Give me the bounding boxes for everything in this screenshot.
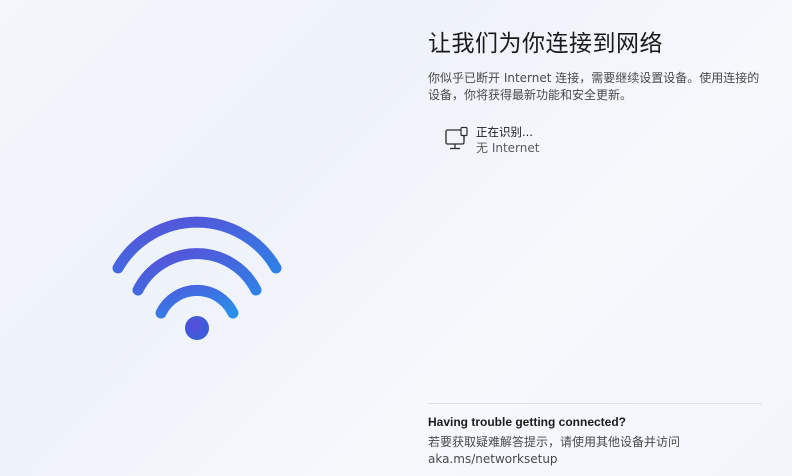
help-text: 若要获取疑难解答提示，请使用其他设备并访问 aka.ms/networksetu… xyxy=(428,435,681,466)
illustration-pane xyxy=(0,0,400,476)
network-list-item[interactable]: 正在识别... 无 Internet xyxy=(444,124,644,164)
wifi-icon xyxy=(112,216,282,340)
network-status: 正在识别... xyxy=(476,125,533,139)
divider xyxy=(428,403,762,404)
page-description: 你似乎已断开 Internet 连接，需要继续设置设备。使用连接的设备，你将获得… xyxy=(428,71,760,102)
wired-network-icon xyxy=(445,126,468,150)
content-pane: 让我们为你连接到网络 你似乎已断开 Internet 连接，需要继续设置设备。使… xyxy=(428,0,768,476)
network-subtitle: 无 Internet xyxy=(476,141,540,155)
help-title: Having trouble getting connected? xyxy=(428,415,627,429)
page-title: 让我们为你连接到网络 xyxy=(428,31,663,57)
